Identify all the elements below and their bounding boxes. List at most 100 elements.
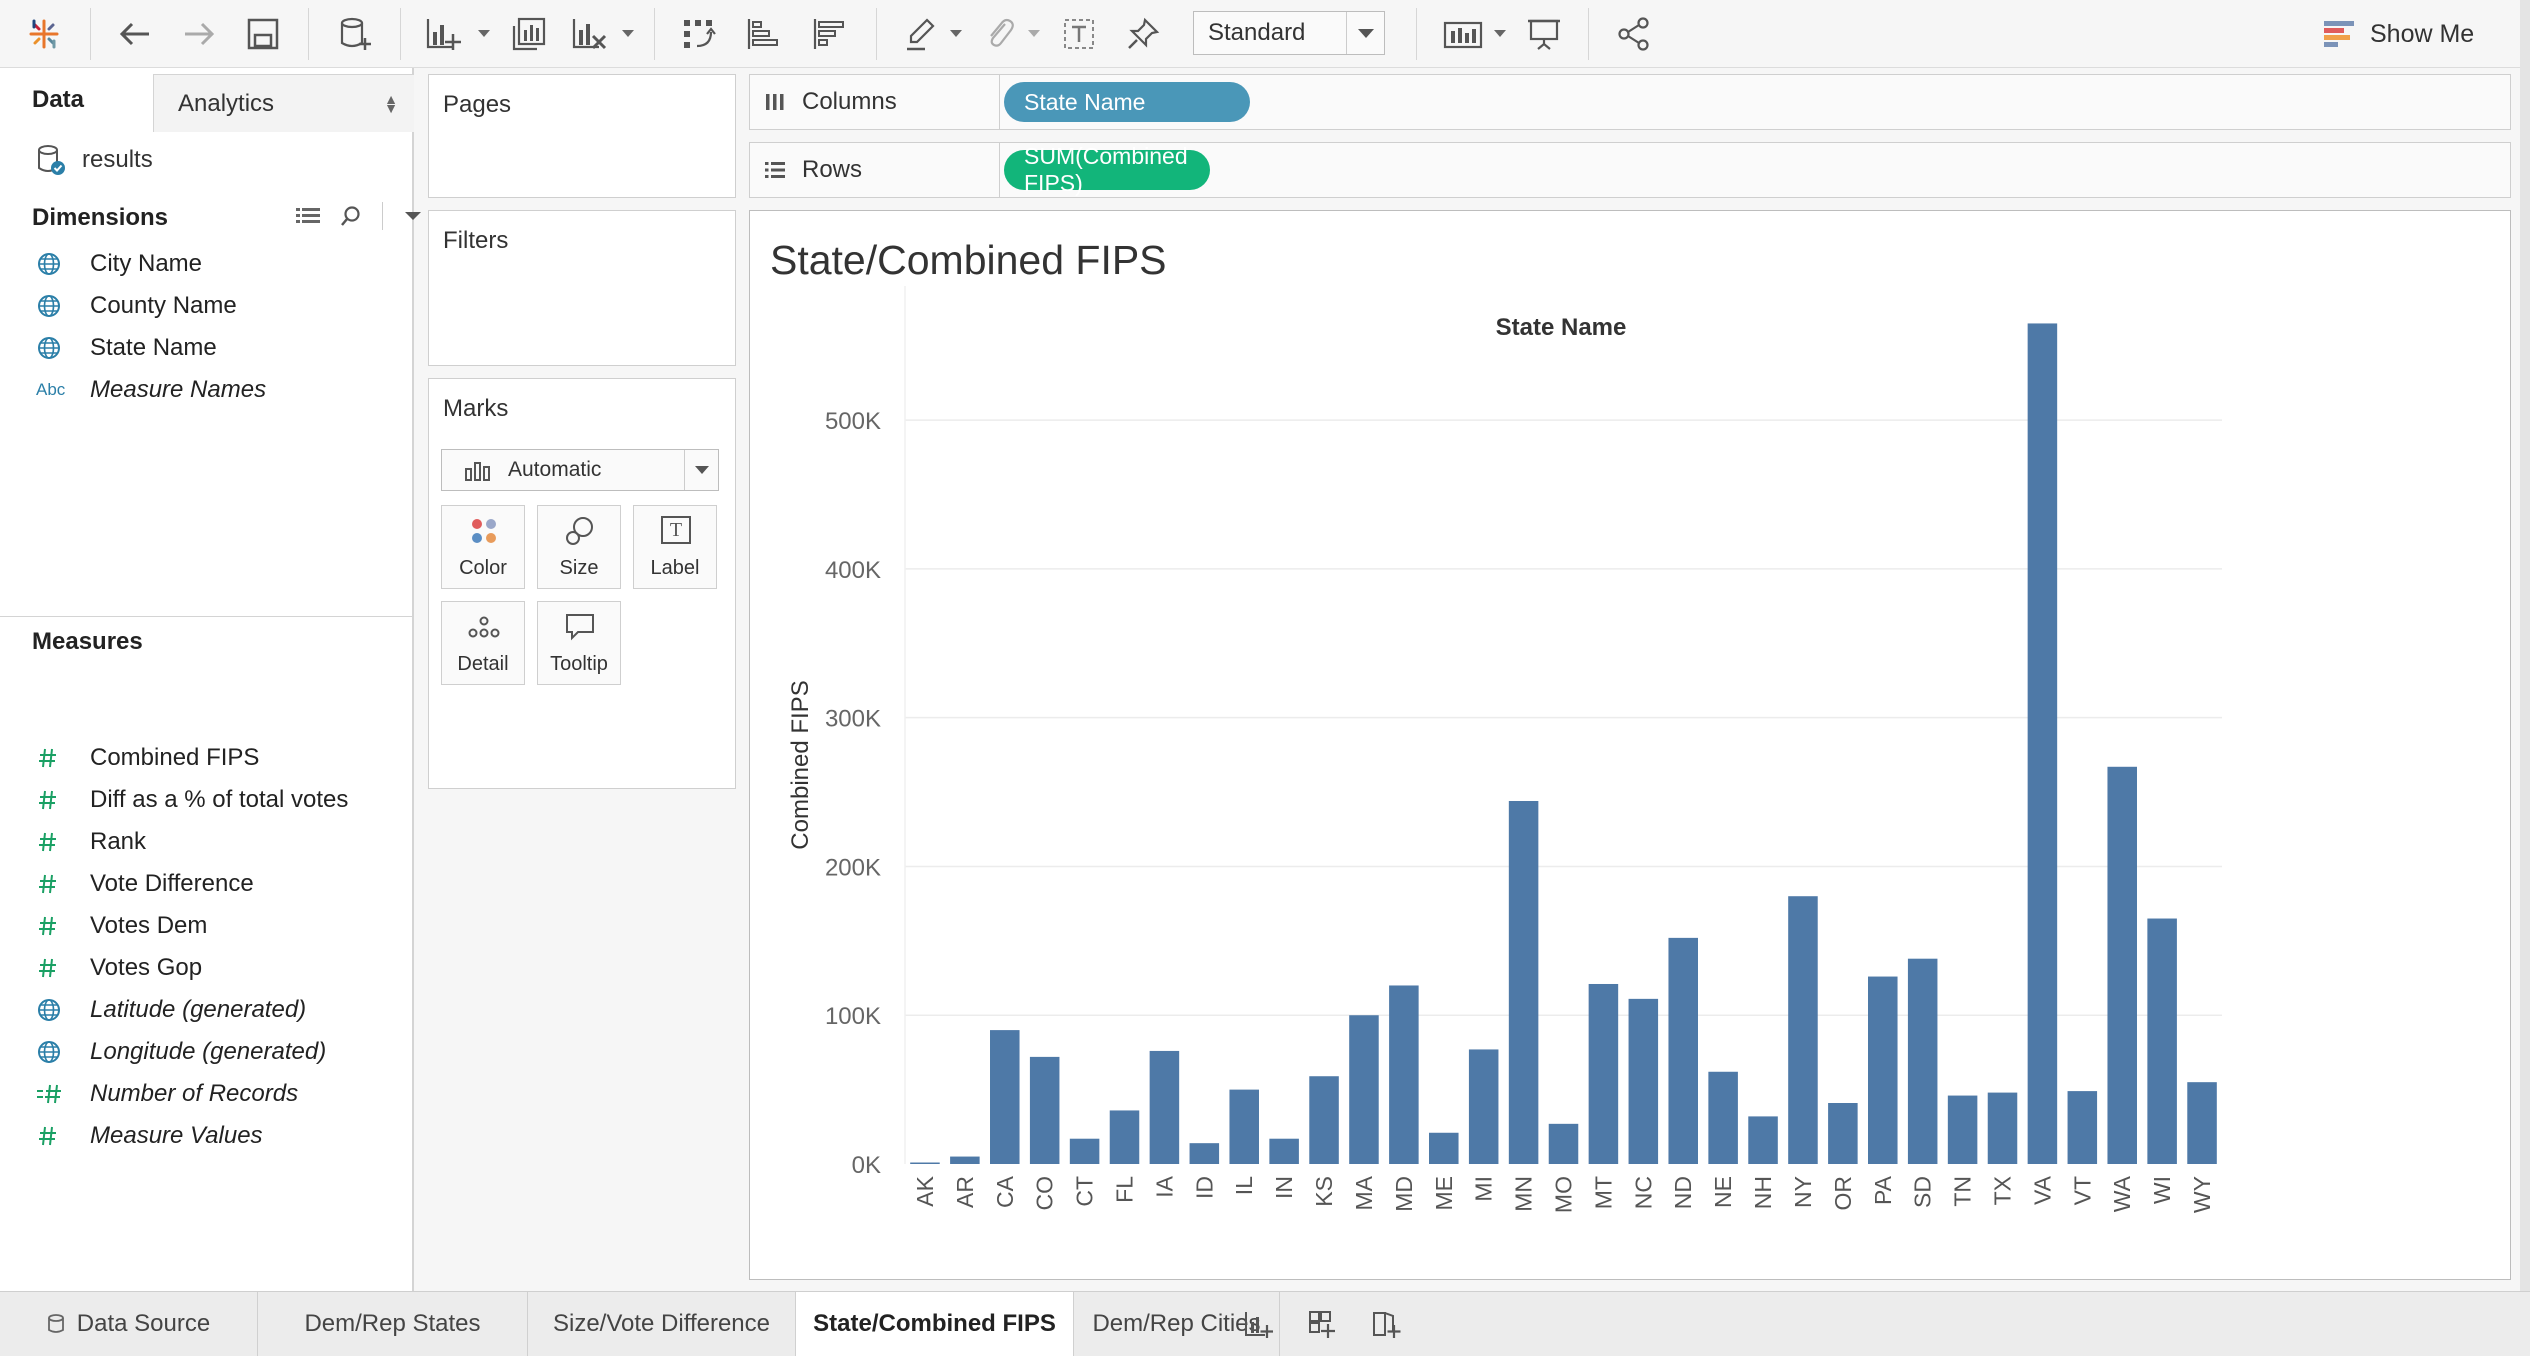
filters-card[interactable]: Filters: [428, 210, 736, 366]
bar: [1069, 1138, 1100, 1164]
field-label: Combined FIPS: [90, 744, 260, 771]
y-tick-label: 300K: [825, 706, 881, 733]
viz-area[interactable]: State/Combined FIPS 0K 100K 200K 300K 400K 50…: [749, 210, 2511, 1280]
columns-shelf[interactable]: Columns State Name: [749, 74, 2511, 130]
bar: [1628, 998, 1659, 1164]
field-item[interactable]: Longitude (generated): [36, 1032, 326, 1072]
clear-sheet-icon[interactable]: [566, 10, 612, 58]
mark-type-value: Automatic: [508, 458, 602, 481]
tab-analytics[interactable]: Analytics ▲ ▼: [153, 74, 414, 132]
bar: [1468, 1049, 1499, 1164]
bar: [1429, 1132, 1459, 1164]
datasource-item[interactable]: results: [36, 144, 153, 176]
rows-pill[interactable]: SUM(Combined FIPS): [1004, 143, 1210, 196]
label-button[interactable]: T Label: [633, 505, 717, 589]
x-tick-label: MD: [1391, 1176, 1417, 1212]
x-tick-label: NC: [1630, 1176, 1656, 1209]
search-icon[interactable]: [340, 205, 362, 227]
updown-arrows-icon: ▲ ▼: [384, 91, 398, 116]
list-view-icon[interactable]: [296, 206, 320, 226]
scrollbar[interactable]: [2520, 0, 2530, 1291]
redo-icon[interactable]: [176, 10, 222, 58]
field-item[interactable]: Combined FIPS: [36, 738, 259, 778]
new-dashboard-icon[interactable]: [1290, 1292, 1354, 1356]
bar: [1748, 1116, 1778, 1164]
highlight-icon[interactable]: [898, 10, 944, 58]
tab-data[interactable]: Data: [0, 68, 153, 132]
field-item[interactable]: Measure Values: [36, 1116, 263, 1156]
sheet-tab[interactable]: Dem/Rep States: [258, 1292, 528, 1356]
field-item[interactable]: Number of Records: [36, 1074, 298, 1114]
field-label: Votes Gop: [90, 954, 203, 981]
field-label: Diff as a % of total votes: [90, 786, 349, 813]
sheet-tab[interactable]: Size/Vote Difference: [528, 1292, 796, 1356]
x-tick-label: MN: [1511, 1176, 1537, 1212]
columns-label: Columns: [802, 88, 897, 115]
pages-card[interactable]: Pages: [428, 74, 736, 198]
sort-descending-icon[interactable]: [806, 10, 852, 58]
field-item[interactable]: Rank: [36, 822, 146, 862]
size-button[interactable]: Size: [537, 505, 621, 589]
x-tick-label: TX: [1990, 1176, 2016, 1205]
chevron-down-icon[interactable]: [403, 210, 423, 222]
field-item[interactable]: State Name: [36, 328, 217, 368]
rows-shelf[interactable]: Rows SUM(Combined FIPS): [749, 142, 2511, 198]
detail-label: Detail: [457, 653, 509, 675]
field-item[interactable]: City Name: [36, 244, 202, 284]
attach-icon[interactable]: [976, 10, 1022, 58]
field-label: Measure Names: [90, 376, 267, 403]
bar-chart[interactable]: 0K 100K 200K 300K 400K 500K State Name Combined…: [750, 211, 2510, 1279]
bar: [2067, 1091, 2098, 1164]
fit-select[interactable]: Standard: [1193, 11, 1385, 55]
show-me-button[interactable]: Show Me: [2322, 12, 2474, 56]
columns-pill[interactable]: State Name: [1004, 82, 1250, 122]
x-tick-label: SD: [1910, 1176, 1936, 1208]
text-icon[interactable]: [1056, 10, 1102, 58]
sort-ascending-icon[interactable]: [740, 10, 786, 58]
y-tick-label: 0K: [852, 1152, 881, 1179]
undo-icon[interactable]: [112, 10, 158, 58]
share-icon[interactable]: [1610, 10, 1658, 58]
x-tick-label: WA: [2109, 1175, 2135, 1212]
swap-axes-icon[interactable]: [676, 10, 722, 58]
detail-button[interactable]: Detail: [441, 601, 525, 685]
new-datasource-icon[interactable]: [332, 10, 378, 58]
pin-icon[interactable]: [1120, 10, 1166, 58]
y-axis-title: Combined FIPS: [787, 680, 814, 849]
field-item[interactable]: County Name: [36, 286, 237, 326]
show-cards-icon[interactable]: [1438, 10, 1488, 58]
data-pane: Data Analytics ▲ ▼ results Dimensions Cit…: [0, 68, 421, 1291]
presentation-icon[interactable]: [1520, 10, 1568, 58]
new-worksheet-icon[interactable]: [1226, 1292, 1290, 1356]
field-item[interactable]: Latitude (generated): [36, 990, 306, 1030]
new-story-icon[interactable]: [1354, 1292, 1418, 1356]
bar: [1349, 1015, 1379, 1164]
tooltip-button[interactable]: Tooltip: [537, 601, 621, 685]
tab-data-source[interactable]: Data Source: [0, 1292, 258, 1356]
measures-title: Measures: [32, 628, 143, 655]
detail-icon: [442, 612, 526, 642]
mark-type-select[interactable]: Automatic: [441, 449, 719, 491]
save-icon[interactable]: [240, 10, 286, 58]
field-label: Vote Difference: [90, 870, 254, 897]
sheet-tab[interactable]: State/Combined FIPS: [796, 1292, 1074, 1356]
dimensions-tools: [296, 202, 423, 230]
hash-icon: [36, 829, 72, 855]
field-item[interactable]: Abc Measure Names: [36, 370, 266, 410]
marks-card: Marks Automatic Color Size T Label Detai…: [428, 378, 736, 789]
bar: [950, 1156, 980, 1164]
duplicate-sheet-icon[interactable]: [506, 10, 552, 58]
x-tick-label: WI: [2149, 1176, 2175, 1204]
x-tick-label: TN: [1950, 1176, 1976, 1207]
field-item[interactable]: Votes Gop: [36, 948, 202, 988]
field-item[interactable]: Diff as a % of total votes: [36, 780, 348, 820]
toolbar: Standard Show Me: [0, 0, 2520, 68]
new-worksheet-icon[interactable]: [420, 10, 466, 58]
x-tick-label: KS: [1311, 1176, 1337, 1207]
show-me-icon: [2324, 21, 2354, 47]
tableau-logo-icon[interactable]: [22, 10, 66, 58]
color-button[interactable]: Color: [441, 505, 525, 589]
field-item[interactable]: Vote Difference: [36, 864, 254, 904]
datasource-label: results: [82, 146, 153, 173]
field-item[interactable]: Votes Dem: [36, 906, 207, 946]
